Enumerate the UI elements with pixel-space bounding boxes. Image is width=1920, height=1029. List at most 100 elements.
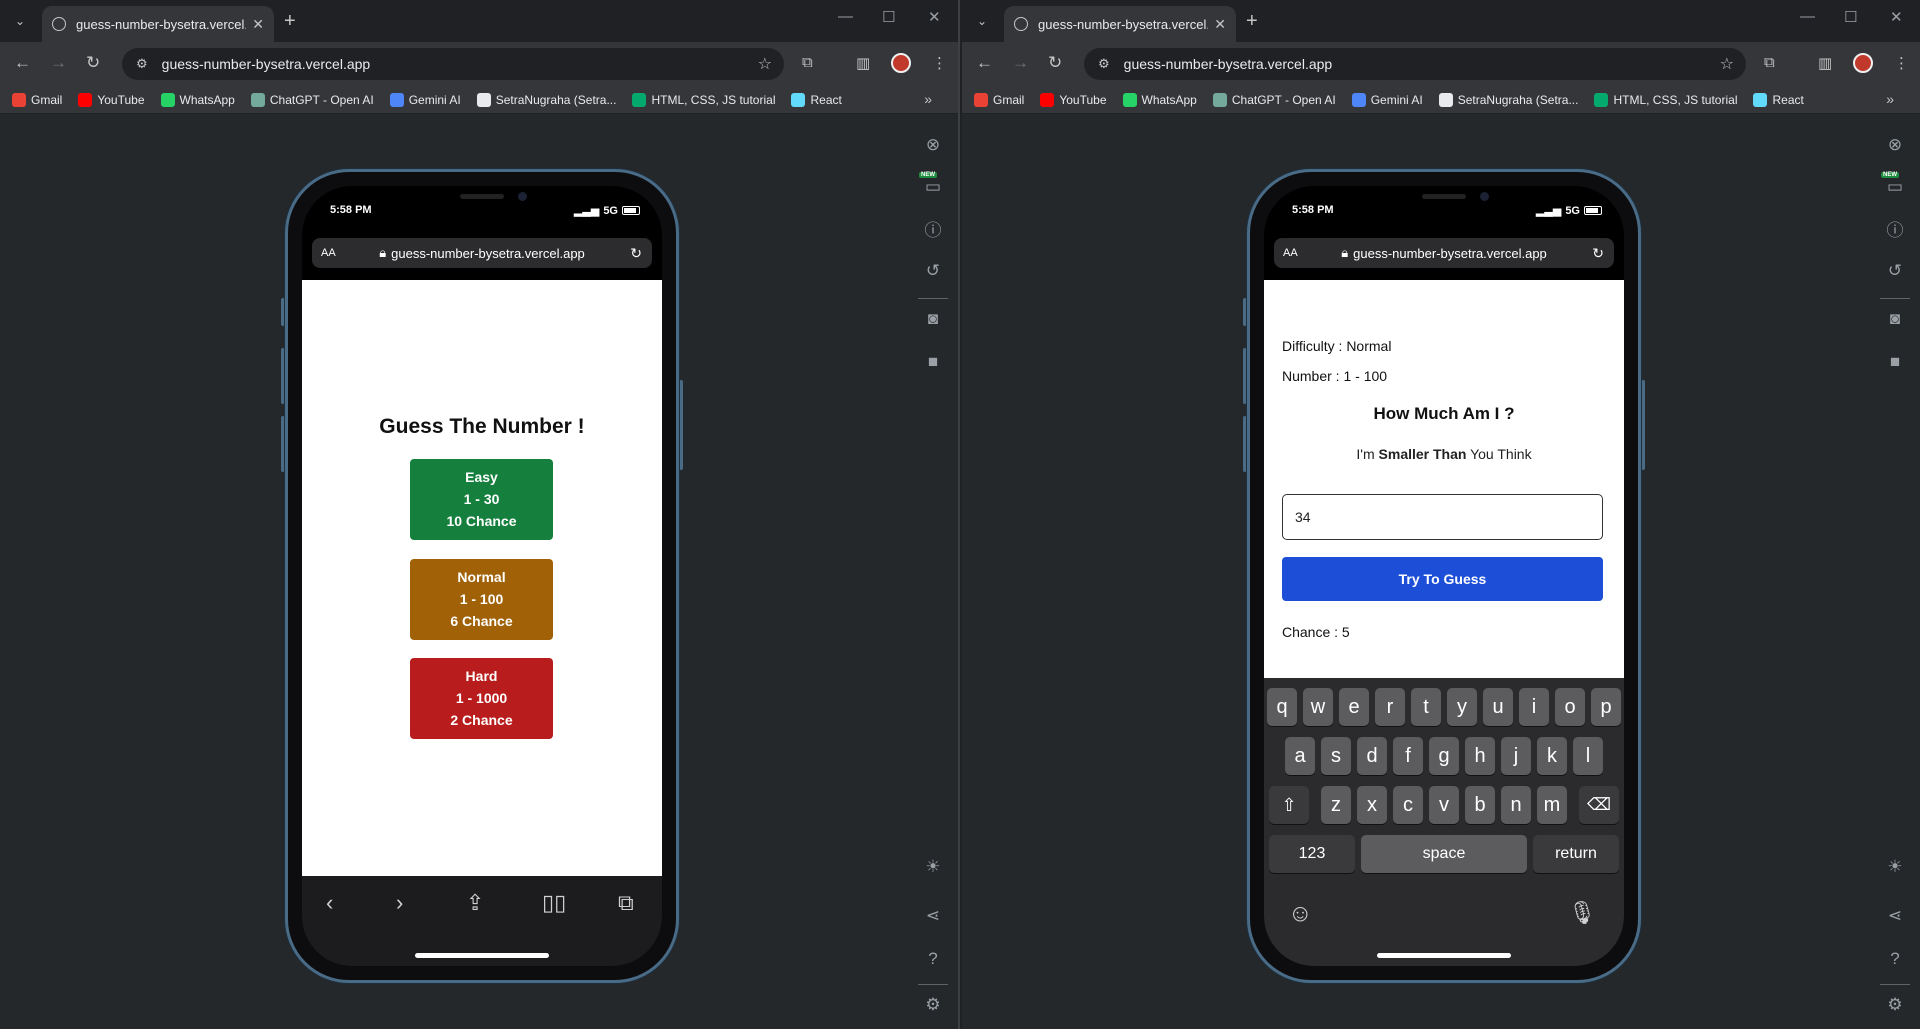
key-r[interactable]: r (1375, 688, 1405, 726)
info-icon[interactable]: ⓘ (1884, 217, 1906, 240)
bookmark-item[interactable]: ChatGPT - Open AI (250, 92, 374, 107)
tab-search-icon[interactable]: ⌄ (970, 9, 994, 33)
share-icon[interactable]: ⋖ (1884, 905, 1906, 927)
new-tab-button[interactable]: + (284, 10, 296, 33)
help-icon[interactable]: ? (922, 948, 944, 970)
safari-reload-icon[interactable]: ↻ (1592, 245, 1604, 262)
bookmark-item[interactable]: React (791, 92, 842, 107)
key-z[interactable]: z (1321, 786, 1351, 824)
key-p[interactable]: p (1591, 688, 1621, 726)
reader-aa-button[interactable]: AA (1283, 247, 1298, 259)
device-toolbar-icon[interactable]: NEW ▭ (919, 172, 944, 198)
camera-icon[interactable]: ◙ (922, 308, 944, 330)
backspace-key[interactable]: ⌫ (1579, 786, 1619, 824)
key-i[interactable]: i (1519, 688, 1549, 726)
key-s[interactable]: s (1321, 737, 1351, 775)
new-tab-button[interactable]: + (1246, 10, 1258, 33)
menu-icon[interactable]: ⋮ (932, 54, 947, 72)
easy-button[interactable]: Easy 1 - 30 10 Chance (410, 459, 553, 540)
share-icon[interactable]: ⇪ (466, 890, 484, 916)
safari-address-bar[interactable]: AA 🔒︎ guess-number-bysetra.vercel.app ↻ (312, 238, 652, 268)
bookmark-item[interactable]: HTML, CSS, JS tutorial (632, 92, 775, 107)
bookmark-item[interactable]: WhatsApp (1122, 92, 1197, 107)
bookmark-item[interactable]: Gemini AI (1351, 92, 1423, 107)
key-u[interactable]: u (1483, 688, 1513, 726)
extensions-icon[interactable]: ⧉ (1764, 54, 1775, 71)
video-icon[interactable]: ■ (922, 351, 944, 373)
key-c[interactable]: c (1393, 786, 1423, 824)
normal-button[interactable]: Normal 1 - 100 6 Chance (410, 559, 553, 640)
share-icon[interactable]: ⋖ (922, 905, 944, 927)
side-panel-icon[interactable]: ▥ (856, 54, 870, 72)
video-icon[interactable]: ■ (1884, 351, 1906, 373)
settings-gear-icon[interactable]: ⚙ (1884, 994, 1906, 1016)
safari-address-bar[interactable]: AA 🔒︎ guess-number-bysetra.vercel.app ↻ (1274, 238, 1614, 268)
bookmark-item[interactable]: React (1753, 92, 1804, 107)
bookmark-item[interactable]: SetraNugraha (Setra... (1438, 92, 1578, 107)
brightness-icon[interactable]: ☀ (1884, 856, 1906, 878)
reload-icon[interactable]: ↻ (1048, 53, 1062, 73)
safari-back-icon[interactable]: ‹ (326, 890, 333, 916)
profile-avatar[interactable] (1853, 53, 1873, 73)
bookmark-item[interactable]: Gmail (974, 92, 1024, 107)
key-d[interactable]: d (1357, 737, 1387, 775)
tabs-icon[interactable]: ⧉ (618, 890, 634, 916)
key-q[interactable]: q (1267, 688, 1297, 726)
key-y[interactable]: y (1447, 688, 1477, 726)
bookmark-item[interactable]: ChatGPT - Open AI (1212, 92, 1336, 107)
key-n[interactable]: n (1501, 786, 1531, 824)
info-icon[interactable]: ⓘ (922, 217, 944, 240)
side-panel-icon[interactable]: ▥ (1818, 54, 1832, 72)
shift-key[interactable]: ⇧ (1269, 786, 1309, 824)
home-indicator[interactable] (1377, 953, 1511, 958)
close-devtools-icon[interactable]: ⊗ (1884, 134, 1906, 156)
forward-icon[interactable]: → (50, 53, 67, 73)
emoji-icon[interactable]: ☺ (1288, 900, 1313, 928)
bookmark-item[interactable]: HTML, CSS, JS tutorial (1594, 92, 1737, 107)
rotate-icon[interactable]: ↺ (922, 260, 944, 282)
maximize-icon[interactable]: ☐ (1844, 8, 1857, 26)
key-g[interactable]: g (1429, 737, 1459, 775)
extensions-icon[interactable]: ⧉ (802, 54, 813, 71)
reader-aa-button[interactable]: AA (321, 247, 336, 259)
close-window-icon[interactable]: ✕ (928, 8, 941, 26)
site-info-icon[interactable]: ⚙ (1098, 56, 1110, 72)
more-bookmarks-icon[interactable]: » (1886, 91, 1894, 107)
key-j[interactable]: j (1501, 737, 1531, 775)
close-devtools-icon[interactable]: ⊗ (922, 134, 944, 156)
rotate-icon[interactable]: ↺ (1884, 260, 1906, 282)
bookmark-item[interactable]: Gmail (12, 92, 62, 107)
menu-icon[interactable]: ⋮ (1894, 54, 1909, 72)
address-bar[interactable]: ⚙ guess-number-bysetra.vercel.app ☆ (122, 48, 784, 80)
space-key[interactable]: space (1361, 835, 1527, 873)
key-f[interactable]: f (1393, 737, 1423, 775)
key-e[interactable]: e (1339, 688, 1369, 726)
minimize-icon[interactable]: — (1800, 8, 1815, 25)
tab-active[interactable]: guess-number-bysetra.vercel.app ✕ (42, 6, 274, 42)
bookmark-star-icon[interactable]: ☆ (1720, 54, 1734, 74)
back-icon[interactable]: ← (976, 53, 993, 73)
tab-active[interactable]: guess-number-bysetra.vercel.app ✕ (1004, 6, 1236, 42)
close-window-icon[interactable]: ✕ (1890, 8, 1903, 26)
forward-icon[interactable]: → (1012, 53, 1029, 73)
try-to-guess-button[interactable]: Try To Guess (1282, 557, 1603, 601)
guess-input[interactable] (1282, 494, 1603, 540)
site-info-icon[interactable]: ⚙ (136, 56, 148, 72)
microphone-icon[interactable]: 🎙︎ (1568, 900, 1596, 926)
bookmark-star-icon[interactable]: ☆ (758, 54, 772, 74)
key-w[interactable]: w (1303, 688, 1333, 726)
profile-avatar[interactable] (891, 53, 911, 73)
bookmark-item[interactable]: YouTube (78, 92, 145, 107)
close-tab-icon[interactable]: ✕ (1214, 16, 1226, 33)
safari-reload-icon[interactable]: ↻ (630, 245, 642, 262)
key-a[interactable]: a (1285, 737, 1315, 775)
return-key[interactable]: return (1533, 835, 1619, 873)
key-t[interactable]: t (1411, 688, 1441, 726)
key-h[interactable]: h (1465, 737, 1495, 775)
home-indicator[interactable] (415, 953, 549, 958)
bookmarks-icon[interactable]: ▯▯ (542, 890, 566, 916)
key-m[interactable]: m (1537, 786, 1567, 824)
bookmark-item[interactable]: WhatsApp (160, 92, 235, 107)
back-icon[interactable]: ← (14, 53, 31, 73)
more-bookmarks-icon[interactable]: » (924, 91, 932, 107)
